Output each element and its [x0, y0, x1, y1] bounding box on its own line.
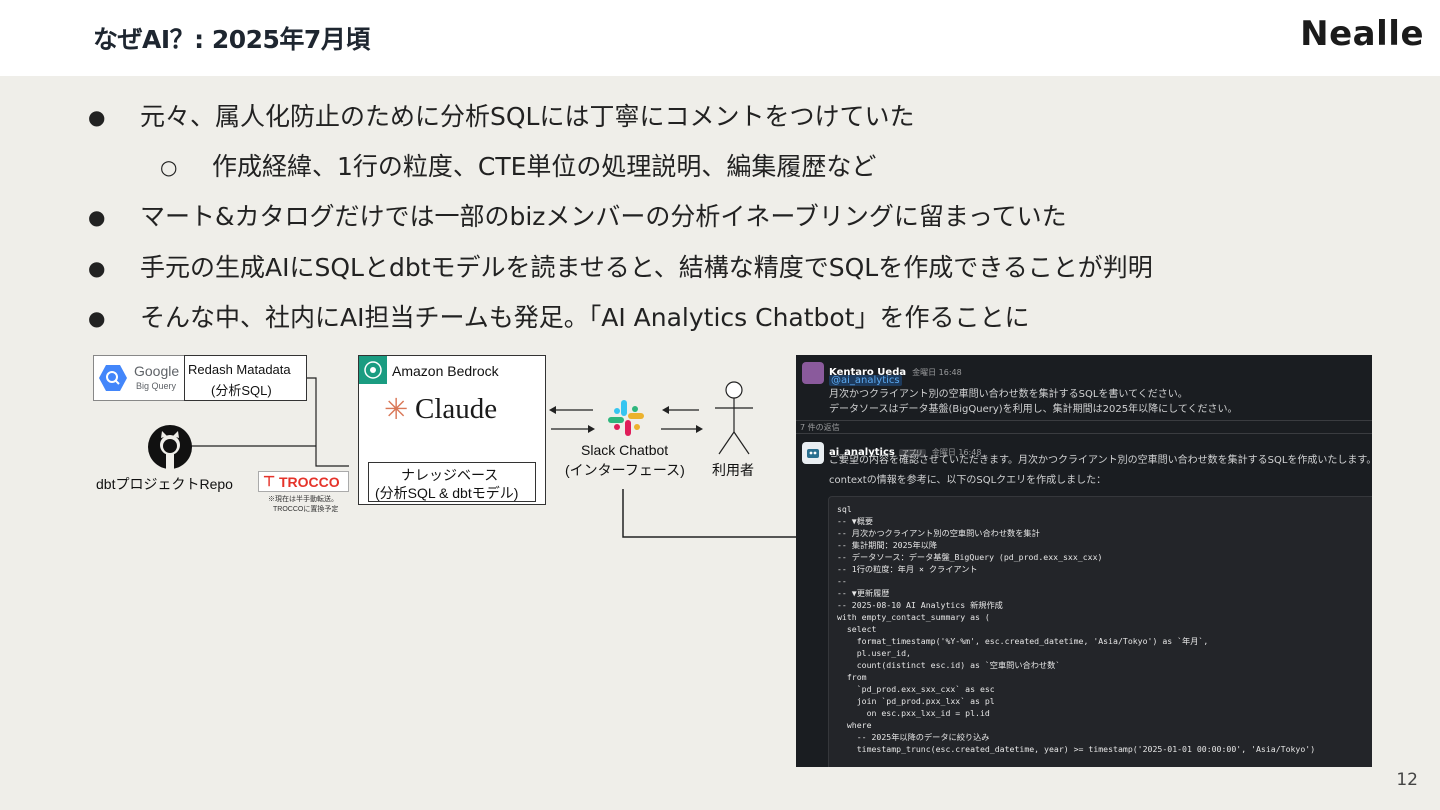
claude-icon: ✳: [384, 392, 409, 426]
code-line: -- ▼概要: [837, 516, 874, 526]
bedrock-icon: [359, 356, 387, 384]
user-message: データソースはデータ基盤(BigQuery)を利用し、集計期間は2025年以降に…: [829, 404, 1238, 415]
code-line: select: [837, 624, 877, 634]
message-time: 金曜日 16:48: [912, 368, 962, 377]
code-line: -- 2025年以降のデータに絞り込み: [837, 732, 990, 742]
bot-avatar: [802, 442, 824, 464]
code-line: -- 1行の粒度：年月 × クライアント: [837, 564, 978, 574]
thread-divider: [796, 433, 1372, 434]
code-line: sql: [837, 504, 852, 514]
thread-divider: [796, 420, 1372, 421]
claude-label: Claude: [415, 393, 498, 425]
replies-count[interactable]: 7 件の返信: [800, 422, 840, 433]
redash-metadata-box: Redash Matadata (分析SQL): [184, 355, 307, 401]
trocco-note: TROCCOに置換予定: [273, 506, 339, 513]
code-line: -- データソース：データ基盤_BigQuery (pd_prod.exx_sx…: [837, 552, 1103, 562]
knowledge-label: ナレッジベース: [401, 467, 499, 483]
trocco-logo-text: TROCCO: [279, 474, 340, 490]
user-label: 利用者: [712, 462, 754, 478]
code-line: pl.user_id,: [837, 648, 911, 658]
page-number: 12: [1396, 770, 1418, 790]
code-line: with empty_contact_summary as (: [837, 612, 990, 622]
dbt-repo-label: dbtプロジェクトRepo: [96, 476, 233, 492]
code-line: `pd_prod.exx_sxx_cxx` as esc: [837, 684, 995, 694]
redash-label: Redash Matadata: [188, 362, 291, 377]
code-line: where: [837, 720, 872, 730]
bot-message: ご要望の内容を確認させていただきます。月次かつクライアント別の空車問い合わせ数を…: [829, 455, 1372, 466]
code-line: -- 集計期間：2025年以降: [837, 540, 938, 550]
slack-chatbot-sublabel: (インターフェース): [565, 462, 685, 478]
knowledge-base-box: ナレッジベース (分析SQL & dbtモデル): [368, 462, 536, 502]
user-message: 月次かつクライアント別の空車問い合わせ数を集計するSQLを書いてください。: [829, 389, 1188, 400]
trocco-note: ※現在は半手動転送。: [268, 496, 338, 503]
knowledge-sublabel: (分析SQL & dbtモデル): [375, 485, 519, 501]
code-line: --: [837, 576, 847, 586]
code-line: on esc.pxx_lxx_id = pl.id: [837, 708, 990, 718]
bigquery-icon: [99, 365, 127, 391]
code-line: from: [837, 672, 867, 682]
trocco-mark-icon: ⊤: [263, 473, 276, 489]
bedrock-label: Amazon Bedrock: [392, 363, 499, 379]
redash-sublabel: (分析SQL): [211, 383, 272, 398]
github-icon: [148, 425, 192, 469]
bigquery-logo: Google Big Query: [93, 355, 185, 401]
bigquery-logo-subtext: Big Query: [136, 381, 177, 391]
mention-line: @ai_analytics: [829, 373, 902, 388]
bedrock-box: Amazon Bedrock ✳ Claude ナレッジベース (分析SQL &…: [358, 355, 546, 505]
user-icon: [715, 381, 753, 455]
slack-screenshot: Kentaro Ueda 金曜日 16:48 @ai_analytics 月次かつ…: [796, 355, 1372, 767]
code-line: -- ▼更新履歴: [837, 588, 890, 598]
user-avatar: [802, 362, 824, 384]
code-line: -- 月次かつクライアント別の空車問い合わせ数を集計: [837, 528, 1040, 538]
bot-message: contextの情報を参考に、以下のSQLクエリを作成しました：: [829, 475, 1107, 486]
trocco-logo: ⊤ TROCCO: [258, 471, 349, 492]
code-line: join `pd_prod.pxx_lxx` as pl: [837, 696, 995, 706]
code-line: format_timestamp('%Y-%m', esc.created_da…: [837, 636, 1209, 646]
slack-chatbot-label: Slack Chatbot: [581, 442, 669, 458]
mention-tag[interactable]: @ai_analytics: [829, 375, 902, 386]
bigquery-logo-text: Google: [134, 363, 180, 379]
code-line: -- 2025-08-10 AI Analytics 新規作成: [837, 600, 1003, 610]
code-line: count(distinct esc.id) as `空車問い合わせ数`: [837, 660, 1061, 670]
code-line: timestamp_trunc(esc.created_datetime, ye…: [837, 744, 1316, 754]
slack-icon: [608, 400, 644, 436]
sql-code-block: sql -- ▼概要 -- 月次かつクライアント別の空車問い合わせ数を集計 --…: [828, 496, 1372, 767]
